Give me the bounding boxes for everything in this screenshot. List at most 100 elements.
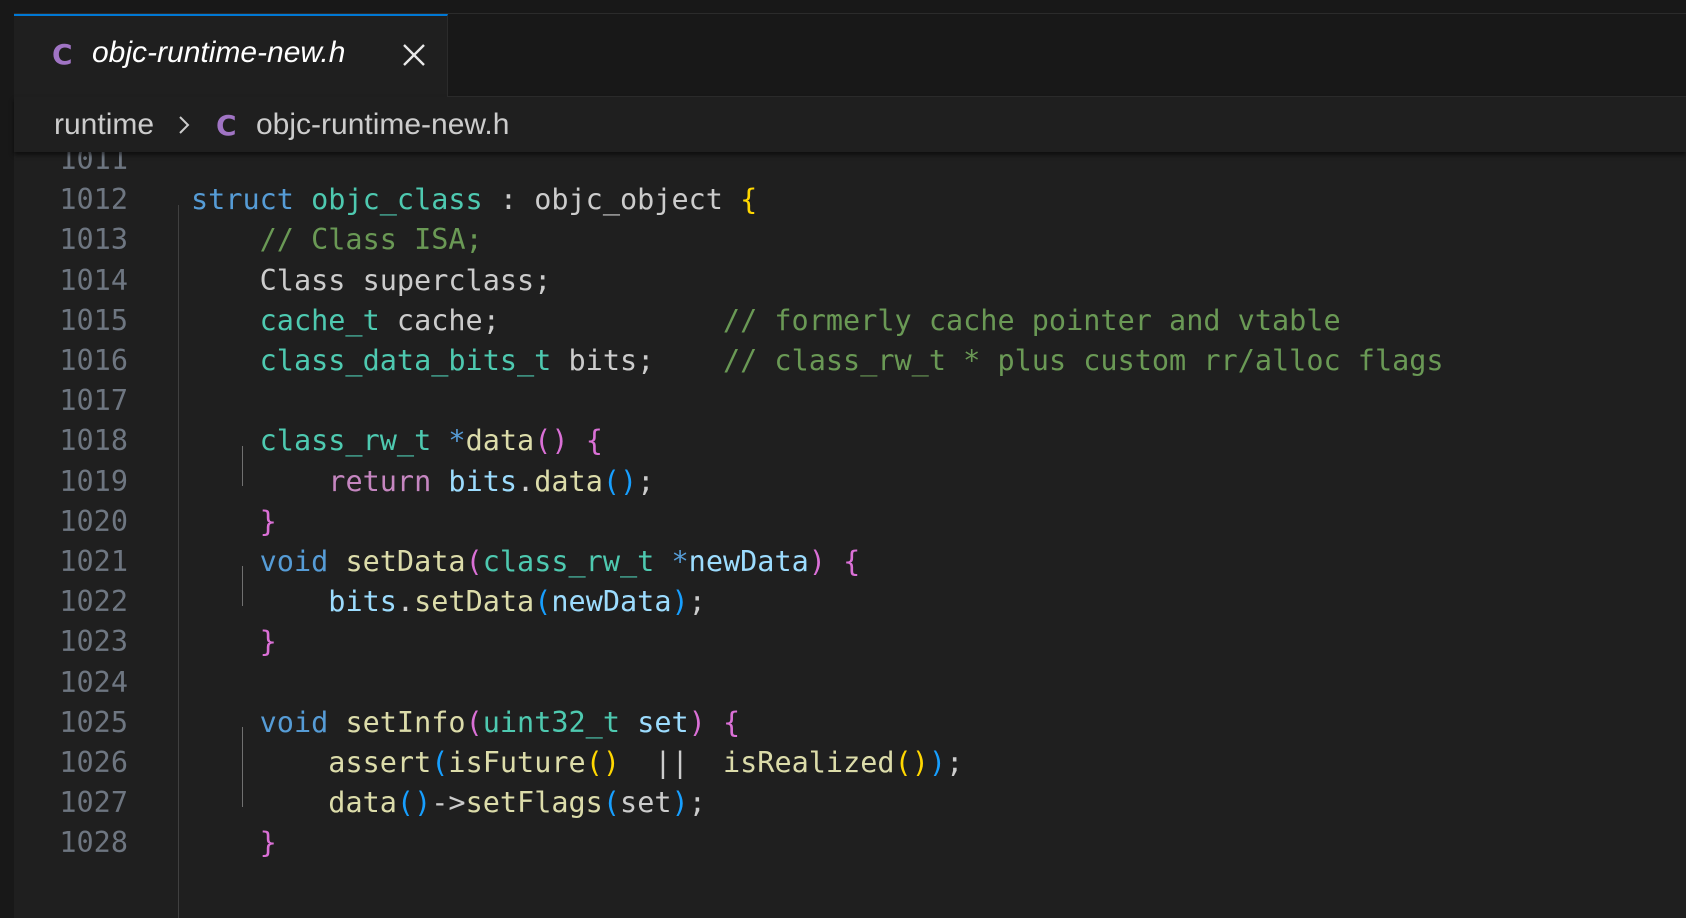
- line-number: 1014: [59, 263, 128, 297]
- code-token: {: [843, 545, 861, 578]
- code-line[interactable]: 1016 class_data_bits_t bits; // class_rw…: [14, 339, 1686, 382]
- line-number: 1026: [59, 746, 128, 779]
- code-line[interactable]: 1023 }: [14, 620, 1686, 663]
- code-token: setData: [414, 585, 535, 619]
- code-token: ;: [688, 585, 706, 619]
- code-text: assert(isFuture() || isRealized());: [191, 741, 963, 784]
- code-token: ): [928, 746, 947, 779]
- code-token: (: [465, 545, 483, 578]
- code-text: data()->setFlags(set);: [191, 781, 706, 824]
- code-line[interactable]: 1015 cache_t cache; // formerly cache po…: [14, 299, 1686, 342]
- code-line[interactable]: 1020 }: [14, 500, 1686, 543]
- code-line[interactable]: 1019 return bits.data();: [14, 460, 1686, 503]
- code-text: struct objc_class : objc_object {: [191, 178, 757, 221]
- code-token: isRealized: [722, 746, 895, 779]
- code-token: class_data_bits_t: [259, 344, 552, 377]
- code-line[interactable]: 1027 data()->setFlags(set);: [14, 781, 1686, 824]
- code-token: .: [396, 585, 415, 619]
- code-line[interactable]: 1012 struct objc_class : objc_object {: [14, 178, 1686, 221]
- code-token: // formerly cache pointer and vtable: [722, 303, 1341, 337]
- code-token: data: [465, 424, 535, 458]
- code-token: data: [328, 786, 397, 820]
- code-text: // Class ISA;: [191, 218, 483, 261]
- code-line[interactable]: 1022 bits.setData(newData);: [14, 580, 1686, 623]
- code-token: objc_class: [311, 183, 483, 217]
- code-text: }: [191, 500, 277, 543]
- code-line[interactable]: 1021 void setData(class_rw_t *newData) {: [14, 540, 1686, 583]
- code-token: ;: [688, 786, 706, 820]
- line-number: 1017: [59, 384, 128, 418]
- code-token: : objc_object: [482, 183, 741, 217]
- code-token: (): [585, 746, 621, 779]
- code-token: ;: [946, 746, 964, 779]
- c-file-icon: C: [216, 109, 237, 142]
- line-number: 1023: [59, 625, 128, 659]
- code-token: newData: [551, 585, 672, 619]
- code-token: ): [671, 585, 689, 619]
- c-file-icon: C: [52, 38, 73, 71]
- code-token: bits: [448, 464, 518, 498]
- code-token: assert: [328, 746, 432, 779]
- code-text: void setData(class_rw_t *newData) {: [191, 540, 861, 583]
- code-token: bits: [328, 585, 397, 619]
- code-token: void: [259, 705, 329, 739]
- code-token: (): [602, 464, 638, 498]
- code-area[interactable]: 1011 1012 struct objc_class : objc_object …: [14, 152, 1686, 918]
- code-token: ): [688, 705, 706, 739]
- breadcrumb-folder[interactable]: runtime: [54, 108, 154, 142]
- code-token: {: [740, 183, 758, 217]
- code-text: class_rw_t *data() {: [191, 419, 603, 462]
- code-token: // Class ISA;: [259, 223, 483, 257]
- breadcrumb: runtime C objc-runtime-new.h: [14, 97, 1686, 152]
- code-token: class_rw_t: [259, 424, 432, 458]
- tab-bar: C objc-runtime-new.h: [14, 14, 1686, 97]
- code-editor-window: C objc-runtime-new.h runtime C objc-runt…: [0, 0, 1686, 918]
- code-token: set: [637, 705, 689, 739]
- line-number: 1018: [59, 424, 128, 458]
- code-text: Class superclass;: [191, 259, 552, 302]
- code-token: Class superclass;: [191, 263, 552, 297]
- close-icon[interactable]: [399, 40, 429, 70]
- code-text: bits.setData(newData);: [191, 580, 706, 623]
- breadcrumb-file[interactable]: objc-runtime-new.h: [256, 108, 509, 142]
- line-number: 1011: [59, 152, 128, 176]
- code-text: cache_t cache; // formerly cache pointer…: [191, 299, 1341, 342]
- activity-edge: [0, 0, 14, 918]
- line-number: 1020: [59, 504, 128, 538]
- code-token: .: [517, 464, 535, 498]
- code-line[interactable]: 1017: [14, 379, 1686, 422]
- title-strip: [0, 0, 1686, 14]
- code-token: void: [259, 545, 329, 578]
- line-number: 1028: [59, 826, 128, 860]
- code-line[interactable]: 1018 class_rw_t *data() {: [14, 419, 1686, 462]
- code-line[interactable]: 1028 }: [14, 821, 1686, 864]
- code-token: (): [894, 746, 929, 779]
- code-token: {: [723, 705, 741, 739]
- line-number: 1019: [59, 464, 128, 498]
- code-line[interactable]: 1011: [14, 152, 1686, 181]
- code-line[interactable]: 1024: [14, 661, 1686, 704]
- code-text: }: [191, 620, 277, 663]
- code-line[interactable]: 1013 // Class ISA;: [14, 218, 1686, 261]
- code-token: cache_t: [259, 303, 380, 337]
- line-number: 1027: [59, 786, 128, 820]
- code-line[interactable]: 1025 void setInfo(uint32_t set) {: [14, 701, 1686, 744]
- code-token: uint32_t: [482, 705, 621, 739]
- code-line[interactable]: 1014 Class superclass;: [14, 259, 1686, 302]
- tab-objc-runtime-new-h[interactable]: C objc-runtime-new.h: [14, 14, 448, 97]
- code-token: setFlags: [465, 786, 603, 820]
- tab-label[interactable]: objc-runtime-new.h: [92, 36, 345, 70]
- code-line[interactable]: 1026 assert(isFuture() || isRealized());: [14, 741, 1686, 784]
